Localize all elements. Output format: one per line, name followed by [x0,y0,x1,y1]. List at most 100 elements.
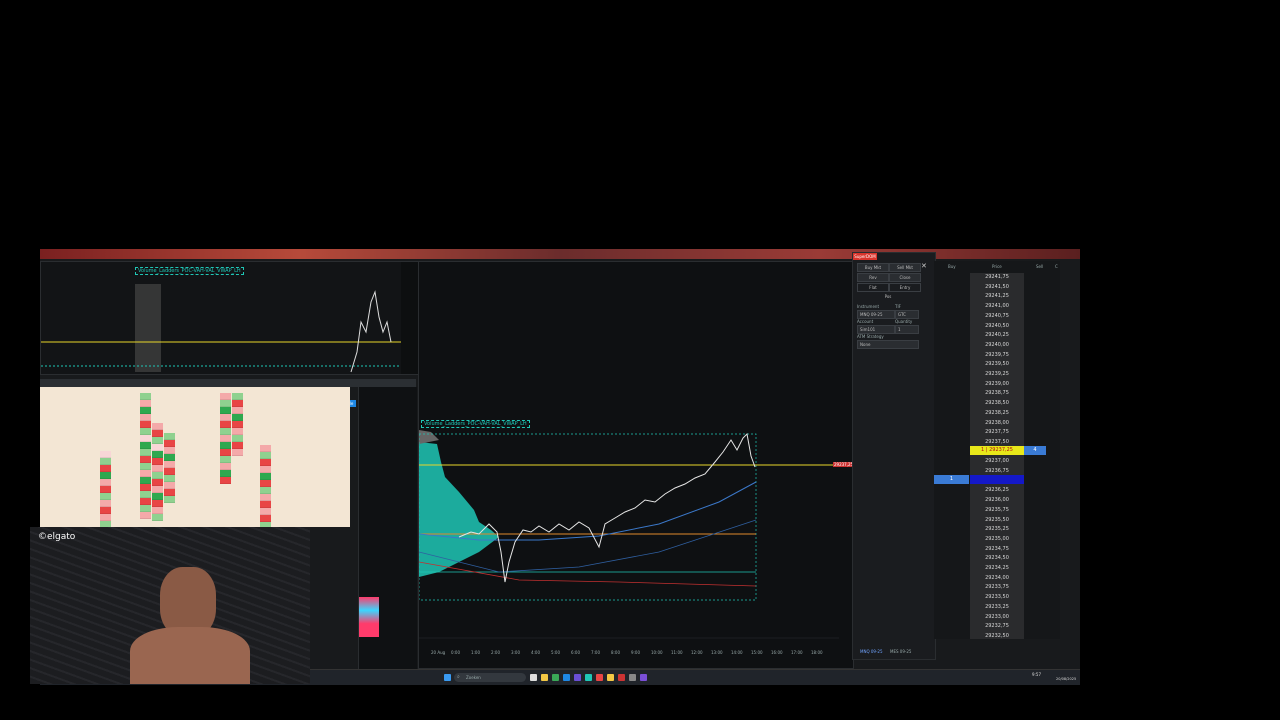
mini-chart-panel[interactable]: Volume_Ladders_POC-VAH-VAL_VWAP_LH [40,261,420,375]
time-label: 12:00 [691,650,703,655]
price-row[interactable]: 29237,00 [970,457,1024,467]
price-row[interactable]: 29233,50 [970,593,1024,603]
time-label: 3:00 [511,650,520,655]
price-row[interactable]: 29234,50 [970,554,1024,564]
price-row[interactable]: 29240,75 [970,312,1024,322]
price-row[interactable]: 29232,50 [970,632,1024,642]
price-row[interactable]: 29237,75 [970,428,1024,438]
main-chart[interactable]: Volume_Ladders_POC-VAH-VAL_VWAP_LH 29237… [418,261,855,669]
volume-profile [419,442,499,577]
price-row[interactable]: 29238,75 [970,389,1024,399]
footprint-column-7 [260,445,271,527]
time-label: 14:00 [731,650,743,655]
sell-market-button[interactable]: Sell Mkt [889,263,921,272]
app-icon[interactable] [585,674,592,681]
price-row[interactable]: 29233,00 [970,613,1024,623]
footprint-toolbar[interactable] [40,379,416,387]
price-row[interactable]: 29238,25 [970,409,1024,419]
superdom-panel[interactable]: Buy Price Sell C 1 | 29237,25 4 1 29241,… [934,261,1060,639]
price-row[interactable]: 29241,25 [970,292,1024,302]
price-row[interactable]: 29240,25 [970,331,1024,341]
superdom-title: SuperDOM [853,253,877,260]
app-icon[interactable] [574,674,581,681]
price-row[interactable]: 29236,25 [970,486,1024,496]
price-row[interactable]: 29238,00 [970,419,1024,429]
price-ladder-small[interactable] [358,387,417,669]
price-row[interactable]: 29235,50 [970,516,1024,526]
clock-date[interactable]: 20/08/2025 [1056,677,1076,681]
price-row[interactable]: 29240,50 [970,322,1024,332]
ninjatrader-icon[interactable] [618,674,625,681]
buy-market-button[interactable]: Buy Mkt [857,263,889,272]
price-row[interactable]: 29234,00 [970,574,1024,584]
price-row[interactable]: 29240,00 [970,341,1024,351]
time-label: 17:00 [791,650,803,655]
close-position-button[interactable]: Close [889,273,921,282]
sell-qty-cell[interactable]: 4 [1024,445,1046,456]
time-label: 16:00 [771,650,783,655]
price-row[interactable]: 29233,75 [970,583,1024,593]
instrument-tab-2[interactable]: MES 09-25 [890,649,911,654]
footprint-chart[interactable] [40,387,350,527]
app-icon[interactable] [596,674,603,681]
time-label: 0:00 [451,650,460,655]
file-explorer-icon[interactable] [541,674,548,681]
instrument-label: Instrument [857,304,880,309]
taskbar-search[interactable]: ⌕ Zoeken [454,673,526,682]
search-icon: ⌕ [457,674,460,680]
time-label: 13:00 [711,650,723,655]
price-row[interactable]: 29233,25 [970,603,1024,613]
price-row[interactable]: 29236,75 [970,467,1024,477]
close-icon[interactable]: ✕ [921,262,927,270]
price-row[interactable]: 29238,50 [970,399,1024,409]
atm-strategy-select[interactable]: None [857,340,919,349]
app-icon[interactable] [640,674,647,681]
quantity-stepper[interactable]: 1 [895,325,919,334]
time-label: 9:00 [631,650,640,655]
clock-time[interactable]: 9:57 [1032,672,1041,677]
footprint-column-4 [100,451,111,527]
price-row[interactable]: 29239,00 [970,380,1024,390]
price-row[interactable]: 29234,25 [970,564,1024,574]
price-row[interactable]: 29234,75 [970,545,1024,555]
footprint-column-1 [140,393,151,519]
chrome-icon[interactable] [552,674,559,681]
price-row[interactable]: 29239,50 [970,360,1024,370]
reverse-button[interactable]: Rev [857,273,889,282]
account-select[interactable]: Sim101 [857,325,895,334]
app-icon[interactable] [607,674,614,681]
main-chart-svg [419,430,839,639]
price-row[interactable]: 29241,50 [970,283,1024,293]
price-row[interactable]: 29235,75 [970,506,1024,516]
time-label: 6:00 [571,650,580,655]
price-row[interactable]: 29235,25 [970,525,1024,535]
windows-start-icon[interactable] [444,674,451,681]
account-label: Account [857,319,874,324]
edge-icon[interactable] [563,674,570,681]
instrument-select[interactable]: MNQ 09-25 [857,310,895,319]
time-axis: 20 Aug 0:00 1:00 2:00 3:00 4:00 5:00 6:0… [419,650,839,658]
price-rows[interactable]: 29241,75 29241,50 29241,25 29241,00 29240,75… [970,273,1024,639]
order-entry-panel: SuperDOM Buy Mkt Sell Mkt ✕ Rev Close Fl… [852,252,936,660]
time-label: 5:00 [551,650,560,655]
instrument-tab-1[interactable]: MNQ 09-25 [860,649,883,654]
price-row[interactable]: 29241,00 [970,302,1024,312]
price-row[interactable] [970,477,1024,487]
app-icon[interactable] [629,674,636,681]
search-placeholder: Zoeken [466,675,481,680]
mini-chart-svg [41,262,419,374]
price-row[interactable]: 29236,00 [970,496,1024,506]
bid-qty-cell[interactable]: 1 [934,474,969,485]
task-view-icon[interactable] [530,674,537,681]
volume-profile [135,284,161,372]
price-row[interactable]: 29241,75 [970,273,1024,283]
price-row[interactable]: 29232,75 [970,622,1024,632]
time-label: 8:00 [611,650,620,655]
last-price-tag: 29237,25 [833,462,855,467]
price-axis [401,262,419,374]
price-row[interactable]: 29235,00 [970,535,1024,545]
tif-select[interactable]: GTC [895,310,919,319]
time-label: 15:00 [751,650,763,655]
price-row[interactable]: 29239,25 [970,370,1024,380]
price-row[interactable]: 29239,75 [970,351,1024,361]
